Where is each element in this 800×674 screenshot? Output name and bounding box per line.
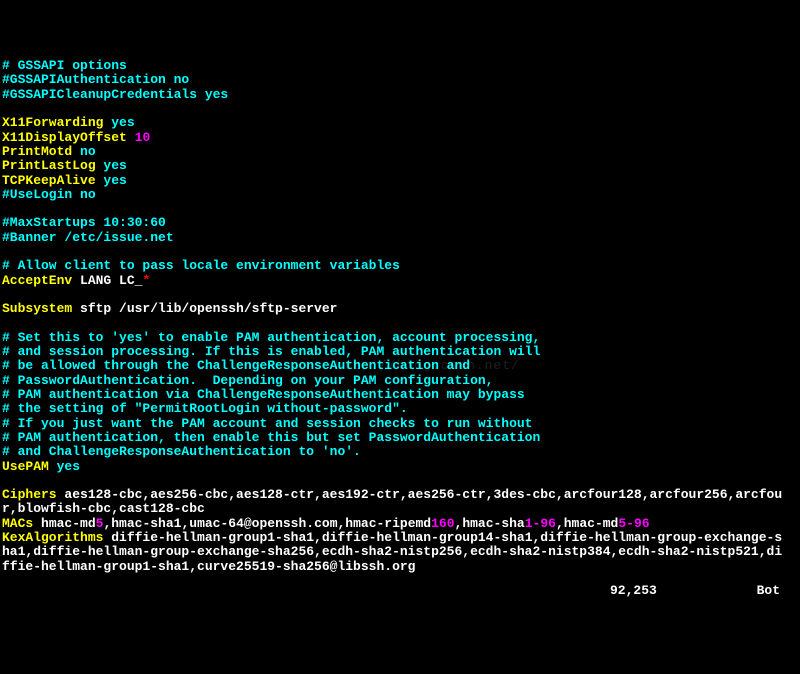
config-line: # and ChallengeResponseAuthentication to… <box>2 445 800 459</box>
config-line: PrintMotd no <box>2 145 800 159</box>
config-line: # the setting of "PermitRootLogin withou… <box>2 402 800 416</box>
config-line: AcceptEnv LANG LC_* <box>2 274 800 288</box>
config-line: KexAlgorithms diffie-hellman-group1-sha1… <box>2 531 800 545</box>
config-line: Subsystem sftp /usr/lib/openssh/sftp-ser… <box>2 302 800 316</box>
config-line: # be allowed through the ChallengeRespon… <box>2 359 800 373</box>
config-line: # and session processing. If this is ena… <box>2 345 800 359</box>
config-line: X11Forwarding yes <box>2 116 800 130</box>
config-line: # If you just want the PAM account and s… <box>2 417 800 431</box>
scroll-position: Bot <box>757 584 780 598</box>
config-line <box>2 102 800 116</box>
config-line: # PAM authentication via ChallengeRespon… <box>2 388 800 402</box>
config-line: #GSSAPICleanupCredentials yes <box>2 88 800 102</box>
config-line <box>2 245 800 259</box>
config-line: # Set this to 'yes' to enable PAM authen… <box>2 331 800 345</box>
editor-content[interactable]: # GSSAPI options#GSSAPIAuthentication no… <box>0 57 800 574</box>
config-line <box>2 317 800 331</box>
vim-status-line: 92,253 Bot <box>610 584 800 598</box>
config-line: ha1,diffie-hellman-group-exchange-sha256… <box>2 545 800 559</box>
config-line: PrintLastLog yes <box>2 159 800 173</box>
config-line: ffie-hellman-group1-sha1,curve25519-sha2… <box>2 560 800 574</box>
config-line: UsePAM yes <box>2 460 800 474</box>
config-line <box>2 474 800 488</box>
config-line: MACs hmac-md5,hmac-sha1,umac-64@openssh.… <box>2 517 800 531</box>
config-line: Ciphers aes128-cbc,aes256-cbc,aes128-ctr… <box>2 488 800 502</box>
config-line <box>2 202 800 216</box>
config-line: # GSSAPI options <box>2 59 800 73</box>
config-line: #GSSAPIAuthentication no <box>2 73 800 87</box>
config-line: #Banner /etc/issue.net <box>2 231 800 245</box>
cursor-position: 92,253 <box>610 584 657 598</box>
config-line: #UseLogin no <box>2 188 800 202</box>
config-line: # PAM authentication, then enable this b… <box>2 431 800 445</box>
config-line <box>2 288 800 302</box>
config-line: TCPKeepAlive yes <box>2 174 800 188</box>
config-line: # PasswordAuthentication. Depending on y… <box>2 374 800 388</box>
config-line: # Allow client to pass locale environmen… <box>2 259 800 273</box>
config-line: #MaxStartups 10:30:60 <box>2 216 800 230</box>
config-line: X11DisplayOffset 10 <box>2 131 800 145</box>
config-line: r,blowfish-cbc,cast128-cbc <box>2 502 800 516</box>
